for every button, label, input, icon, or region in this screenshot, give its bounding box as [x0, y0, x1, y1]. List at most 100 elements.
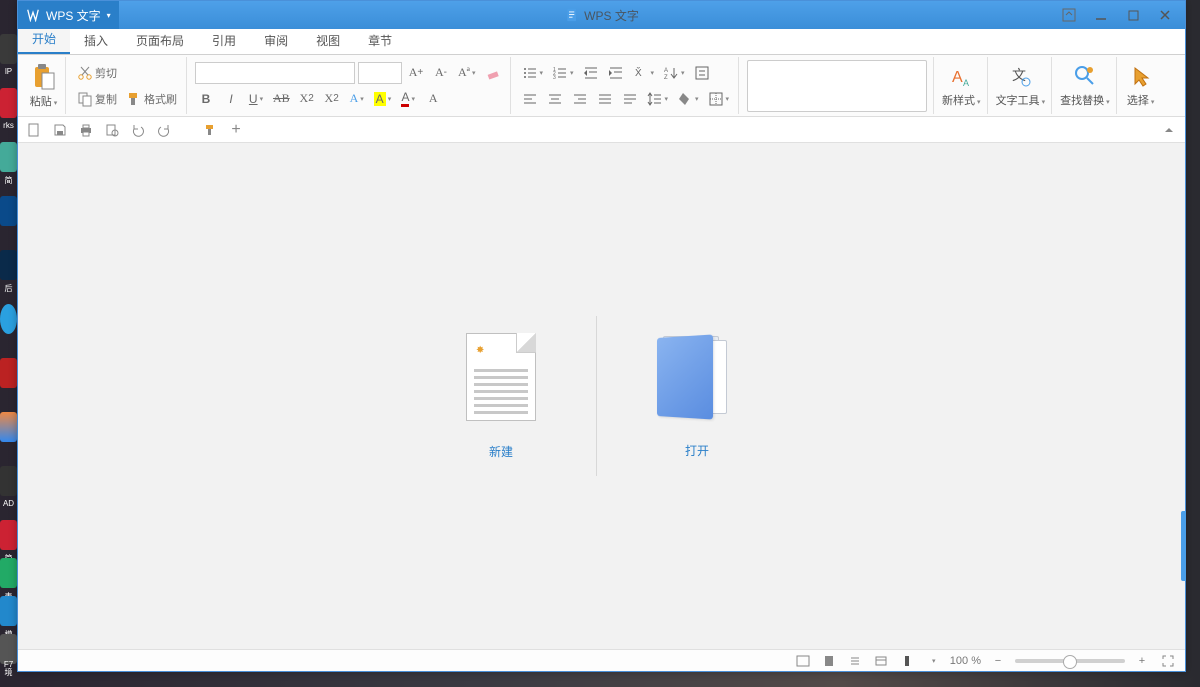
phonetic-guide-button[interactable]: A: [422, 88, 444, 110]
cut-button[interactable]: 剪切: [74, 62, 120, 84]
maximize-button[interactable]: [1117, 4, 1149, 26]
feedback-button[interactable]: [1053, 4, 1085, 26]
qat-save-button[interactable]: [50, 120, 70, 140]
styles-gallery[interactable]: [747, 60, 927, 112]
minimize-button[interactable]: [1085, 4, 1117, 26]
align-distribute-button[interactable]: [619, 88, 641, 110]
qat-add-button[interactable]: +: [226, 120, 246, 140]
find-replace-group[interactable]: 查找替换: [1054, 57, 1117, 114]
tab-start[interactable]: 开始: [18, 25, 70, 54]
tab-page-layout[interactable]: 页面布局: [122, 27, 198, 54]
titlebar[interactable]: WPS 文字 ▾ WPS 文字: [18, 1, 1185, 29]
font-size-select[interactable]: [358, 62, 402, 84]
underline-button[interactable]: U: [245, 88, 267, 110]
view-more-button[interactable]: [924, 653, 942, 669]
svg-text:X̌: X̌: [635, 65, 642, 79]
open-folder-icon: [657, 334, 737, 420]
find-icon: [1073, 64, 1097, 90]
new-document-action[interactable]: ✸ 新建: [466, 333, 536, 460]
paste-icon[interactable]: [31, 63, 57, 91]
decrease-indent-button[interactable]: [580, 62, 602, 84]
qat-undo-button[interactable]: [128, 120, 148, 140]
new-style-icon: AA: [949, 64, 973, 90]
desktop-icon-label: lP: [5, 67, 12, 76]
zoom-in-button[interactable]: +: [1133, 653, 1151, 669]
new-style-group[interactable]: AA 新样式: [936, 57, 988, 114]
superscript-button[interactable]: X2: [296, 88, 318, 110]
side-panel-tab[interactable]: [1181, 511, 1186, 581]
sort-button[interactable]: AZ: [660, 62, 688, 84]
tab-view[interactable]: 视图: [302, 27, 354, 54]
align-right-button[interactable]: [569, 88, 591, 110]
qat-preview-button[interactable]: [102, 120, 122, 140]
menubar: 开始 插入 页面布局 引用 审阅 视图 章节: [18, 29, 1185, 55]
open-document-action[interactable]: 打开: [657, 334, 737, 459]
numbering-button[interactable]: 123: [549, 62, 577, 84]
text-effects-button[interactable]: A: [346, 88, 368, 110]
text-tools-group[interactable]: 文 文字工具: [990, 57, 1053, 114]
wps-window: WPS 文字 ▾ WPS 文字 开始 插入 页面布局 引用 审阅 视图 章节 粘…: [17, 0, 1186, 672]
show-marks-button[interactable]: [691, 62, 713, 84]
change-case-button[interactable]: Aª: [455, 62, 479, 84]
asian-layout-button[interactable]: X̌: [630, 62, 658, 84]
doc-icon: [564, 8, 578, 22]
view-fullscreen-button[interactable]: [794, 653, 812, 669]
select-group[interactable]: 选择: [1119, 57, 1163, 114]
qat-redo-button[interactable]: [154, 120, 174, 140]
divider: [596, 316, 597, 476]
ribbon: 粘贴 剪切 复制 格式刷 A+ A- Aª B I U: [18, 55, 1185, 117]
tab-sections[interactable]: 章节: [354, 27, 406, 54]
format-painter-button[interactable]: 格式刷: [123, 88, 180, 110]
svg-text:A: A: [664, 68, 668, 74]
align-left-button[interactable]: [519, 88, 541, 110]
svg-text:3: 3: [553, 75, 556, 81]
copy-button[interactable]: 复制: [74, 88, 120, 110]
italic-button[interactable]: I: [220, 88, 242, 110]
bold-button[interactable]: B: [195, 88, 217, 110]
svg-text:文: 文: [1012, 67, 1026, 83]
line-spacing-button[interactable]: [644, 88, 672, 110]
paste-label[interactable]: 粘贴: [30, 93, 58, 109]
qat-format-painter-button[interactable]: [200, 120, 220, 140]
desktop-icon-label: 简: [5, 175, 13, 186]
zoom-out-button[interactable]: −: [989, 653, 1007, 669]
increase-indent-button[interactable]: [605, 62, 627, 84]
subscript-button[interactable]: X2: [321, 88, 343, 110]
qat-new-button[interactable]: [24, 120, 44, 140]
close-button[interactable]: [1149, 4, 1181, 26]
app-tab[interactable]: WPS 文字 ▾: [18, 1, 119, 29]
shading-button[interactable]: [674, 88, 702, 110]
align-center-button[interactable]: [544, 88, 566, 110]
cursor-icon: [1129, 64, 1153, 90]
font-color-button[interactable]: A: [397, 88, 419, 110]
text-tools-icon: 文: [1008, 64, 1032, 90]
app-tab-label: WPS 文字: [46, 7, 101, 24]
chevron-down-icon: ▾: [107, 11, 111, 20]
window-title: WPS 文字: [564, 7, 639, 24]
font-family-select[interactable]: [195, 62, 355, 84]
borders-button[interactable]: [705, 88, 733, 110]
tab-insert[interactable]: 插入: [70, 27, 122, 54]
statusbar: 100 % − +: [18, 649, 1185, 671]
strikethrough-button[interactable]: AB: [270, 88, 293, 110]
desktop-icon-label: 后: [5, 283, 13, 294]
tab-references[interactable]: 引用: [198, 27, 250, 54]
bullets-button[interactable]: [519, 62, 547, 84]
shrink-font-button[interactable]: A-: [430, 62, 452, 84]
paste-group: 粘贴: [22, 57, 66, 114]
view-print-button[interactable]: [820, 653, 838, 669]
fit-button[interactable]: [1159, 653, 1177, 669]
qat-collapse-button[interactable]: [1159, 120, 1179, 140]
clear-format-button[interactable]: [482, 62, 504, 84]
desktop-icon-label: F7: [4, 660, 13, 669]
view-reading-button[interactable]: [898, 653, 916, 669]
grow-font-button[interactable]: A+: [405, 62, 427, 84]
tab-review[interactable]: 审阅: [250, 27, 302, 54]
align-justify-button[interactable]: [594, 88, 616, 110]
zoom-slider[interactable]: [1015, 659, 1125, 663]
qat-print-button[interactable]: [76, 120, 96, 140]
highlight-button[interactable]: A: [371, 88, 395, 110]
view-web-button[interactable]: [872, 653, 890, 669]
quick-access-toolbar: +: [18, 117, 1185, 143]
view-outline-button[interactable]: [846, 653, 864, 669]
